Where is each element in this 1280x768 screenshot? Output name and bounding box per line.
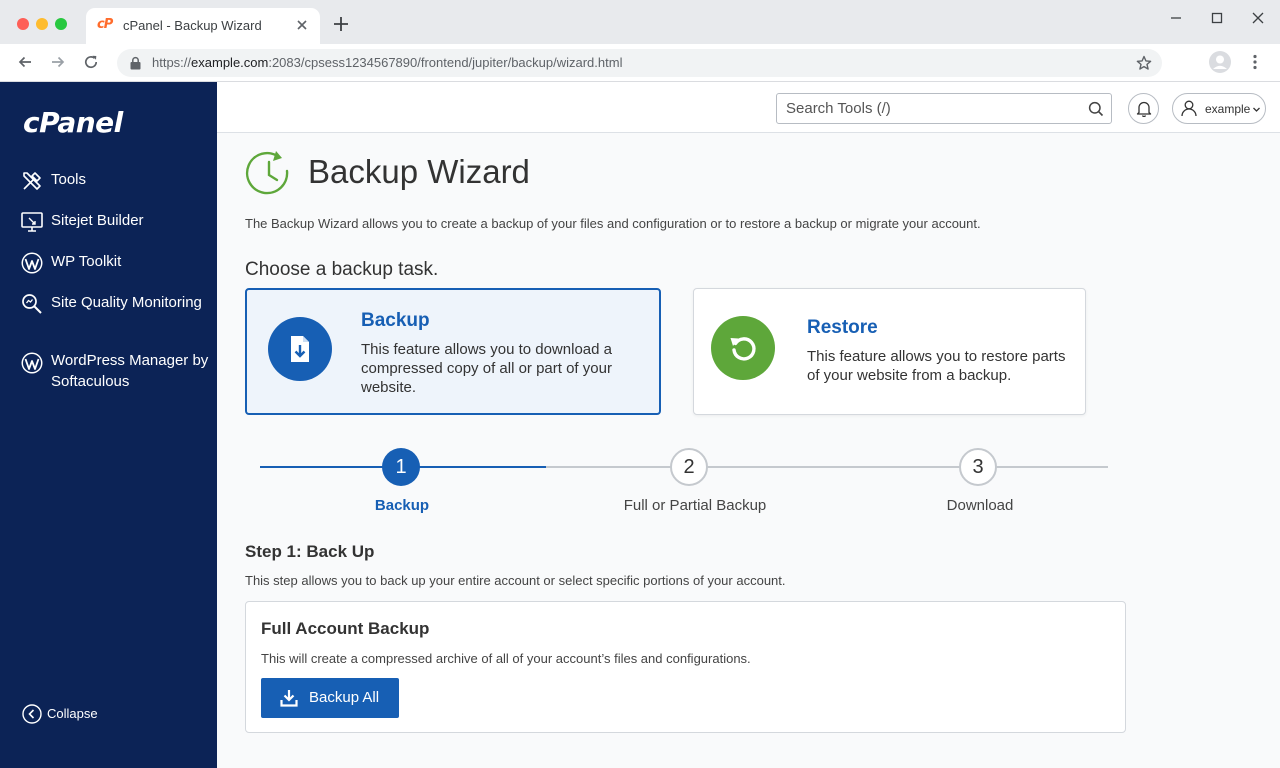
choose-task-heading: Choose a backup task. [245, 259, 439, 280]
page-title: Backup Wizard [308, 153, 530, 190]
cpanel-logo[interactable]: cPanel [23, 106, 123, 139]
main-content: Backup Wizard The Backup Wizard allows y… [217, 133, 1280, 768]
sidebar-item-site-quality-monitoring[interactable]: Site Quality Monitoring [20, 291, 210, 339]
collapse-label: Collapse [47, 706, 98, 721]
bookmark-star-icon[interactable] [1135, 54, 1153, 72]
cpanel-favicon-icon: cP [97, 17, 113, 32]
search-tools-input[interactable]: Search Tools (/) [776, 93, 1112, 124]
window-minimize-dot[interactable] [36, 18, 48, 30]
monitor-icon [21, 212, 43, 232]
maximize-icon[interactable] [1209, 10, 1225, 26]
address-bar[interactable]: https://example.com:2083/cpsess123456789… [117, 49, 1162, 77]
backup-card-title: Backup [361, 310, 430, 331]
lock-icon[interactable] [129, 56, 142, 70]
backup-all-label: Backup All [309, 689, 380, 706]
user-menu-button[interactable]: example [1172, 93, 1266, 124]
close-window-icon[interactable] [1250, 10, 1266, 26]
step-1-label: Backup [374, 497, 430, 514]
search-icon [22, 294, 42, 314]
backup-card-description: This feature allows you to download a co… [361, 341, 612, 396]
page-intro: The Backup Wizard allows you to create a… [245, 216, 981, 231]
restore-card[interactable]: Restore This feature allows you to resto… [693, 288, 1086, 415]
reload-icon[interactable] [82, 53, 100, 71]
sidebar-item-tools[interactable]: Tools [20, 168, 210, 192]
backup-card-badge [268, 317, 332, 381]
search-placeholder: Search Tools (/) [786, 100, 891, 117]
new-tab-icon[interactable] [331, 14, 351, 34]
sidebar-item-label: Site Quality Monitoring [51, 294, 202, 311]
step-3-indicator: 3 [959, 448, 997, 486]
download-icon [280, 690, 298, 707]
sidebar-item-wp-toolkit[interactable]: WP Toolkit [20, 250, 210, 274]
window-close-dot[interactable] [17, 18, 29, 30]
restore-card-title: Restore [807, 317, 878, 338]
notifications-button[interactable] [1128, 93, 1159, 124]
backup-all-button[interactable]: Backup All [261, 678, 399, 718]
wordpress-icon [21, 352, 43, 374]
browser-tab[interactable]: cP cPanel - Backup Wizard [86, 8, 320, 44]
full-backup-title: Full Account Backup [261, 619, 430, 638]
back-icon[interactable] [16, 53, 34, 71]
forward-icon[interactable] [49, 53, 67, 71]
sidebar-item-wordpress-manager[interactable]: WordPress Manager by Softaculous [20, 350, 210, 394]
user-icon [1181, 100, 1197, 117]
browser-menu-icon[interactable] [1246, 53, 1264, 71]
chevron-left-circle-icon [22, 704, 42, 724]
full-backup-description: This will create a compressed archive of… [261, 651, 751, 666]
full-account-backup-panel: Full Account Backup This will create a c… [245, 601, 1126, 733]
restore-card-description: This feature allows you to restore parts… [807, 348, 1066, 384]
url-text: https://example.com:2083/cpsess123456789… [152, 55, 623, 70]
stepper-track-line [546, 466, 1108, 468]
step-2-label: Full or Partial Backup [623, 497, 767, 514]
restore-icon [730, 337, 756, 361]
backup-history-icon [245, 151, 289, 195]
restore-card-badge [711, 316, 775, 380]
backup-card[interactable]: Backup This feature allows you to downlo… [245, 288, 661, 415]
step-3-label: Download [946, 497, 1014, 514]
download-file-icon [291, 336, 309, 362]
sidebar-item-label: Tools [51, 171, 87, 188]
minimize-icon[interactable] [1168, 10, 1184, 26]
window-zoom-dot[interactable] [55, 18, 67, 30]
top-header: Search Tools (/) example [217, 82, 1280, 133]
browser-toolbar: https://example.com:2083/cpsess123456789… [0, 44, 1280, 82]
sidebar-item-label: WordPress Manager by Softaculous [51, 352, 209, 390]
tab-close-icon[interactable] [293, 16, 311, 34]
step-1-indicator: 1 [382, 448, 420, 486]
sidebar: cPanel Tools Sitejet Builder WP Toolkit … [0, 82, 217, 768]
sidebar-item-sitejet-builder[interactable]: Sitejet Builder [20, 209, 210, 233]
browser-titlebar: cP cPanel - Backup Wizard [0, 0, 1280, 44]
bell-icon [1136, 101, 1152, 117]
step-heading: Step 1: Back Up [245, 542, 375, 561]
tab-title: cPanel - Backup Wizard [123, 18, 262, 33]
tools-icon [23, 172, 41, 190]
username-label: example [1205, 102, 1251, 116]
chevron-down-icon [1253, 107, 1260, 112]
sidebar-item-label: WP Toolkit [51, 253, 122, 270]
wordpress-icon [21, 252, 43, 274]
step-description: This step allows you to back up your ent… [245, 573, 786, 588]
profile-avatar-icon[interactable] [1208, 50, 1232, 74]
search-icon[interactable] [1088, 101, 1104, 117]
step-2-indicator: 2 [670, 448, 708, 486]
sidebar-item-label: Sitejet Builder [51, 212, 144, 229]
